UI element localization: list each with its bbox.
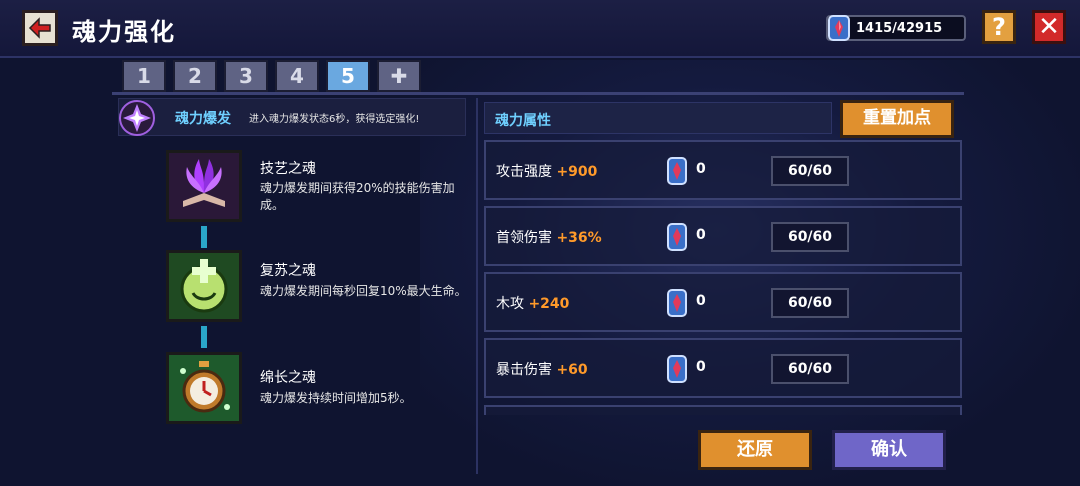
- panel-divider: [476, 98, 478, 474]
- soul-gem-icon: [667, 289, 687, 317]
- attribute-level[interactable]: 60/60: [771, 288, 849, 318]
- currency-value: 1415/42915: [856, 20, 943, 36]
- purple-flame-book-icon[interactable]: [166, 150, 242, 222]
- close-button[interactable]: ✕: [1032, 10, 1066, 44]
- back-button[interactable]: [22, 10, 58, 46]
- soul-burst-description: 进入魂力爆发状态6秒，获得选定强化!: [249, 114, 420, 125]
- soul-currency-display: 1415/42915: [826, 15, 966, 41]
- tab-3[interactable]: 3: [224, 60, 268, 92]
- tab-add[interactable]: ✚: [377, 60, 421, 92]
- skill-3-art: [180, 361, 230, 413]
- tab-4[interactable]: 4: [275, 60, 319, 92]
- attribute-count: 0: [696, 161, 706, 177]
- tab-5[interactable]: 5: [326, 60, 370, 92]
- page-title: 魂力强化: [72, 18, 176, 46]
- attribute-value: +240: [528, 296, 570, 312]
- attribute-label: 木攻: [496, 296, 524, 312]
- soul-burst-name: 魂力爆发: [175, 111, 231, 127]
- attribute-label: 首领伤害: [496, 230, 552, 246]
- skill-1-art: [183, 159, 225, 207]
- tab-2[interactable]: 2: [173, 60, 217, 92]
- soul-burst-icon: [119, 100, 155, 136]
- attribute-row: 暴击伤害 +60 0 60/60: [484, 338, 962, 398]
- attribute-value: +60: [556, 362, 588, 378]
- soul-gem-icon: [667, 223, 687, 251]
- attribute-row-partial: [484, 405, 962, 415]
- green-heal-orb-icon[interactable]: [166, 250, 242, 322]
- skill-1-description: 魂力爆发期间获得20%的技能伤害加成。: [260, 181, 455, 212]
- attribute-row: 攻击强度 +900 0 60/60: [484, 140, 962, 200]
- attribute-label: 攻击强度: [496, 164, 552, 180]
- attribute-row: 木攻 +240 0 60/60: [484, 272, 962, 332]
- top-bar: 魂力强化 1415/42915 ? ✕: [0, 0, 1080, 58]
- skill-3-description: 魂力爆发持续时间增加5秒。: [260, 391, 412, 405]
- skill-2-name: 复苏之魂: [260, 263, 316, 279]
- attribute-count: 0: [696, 227, 706, 243]
- reset-points-button[interactable]: 重置加点: [840, 100, 954, 138]
- soul-gem-icon: [667, 355, 687, 383]
- attribute-row: 首领伤害 +36% 0 60/60: [484, 206, 962, 266]
- attribute-label: 暴击伤害: [496, 362, 552, 378]
- skill-2-description: 魂力爆发期间每秒回复10%最大生命。: [260, 284, 467, 298]
- soul-attributes-title: 魂力属性: [495, 113, 551, 129]
- attribute-level[interactable]: 60/60: [771, 156, 849, 186]
- attribute-level[interactable]: 60/60: [771, 222, 849, 252]
- tab-underline: [112, 92, 964, 95]
- soul-attributes-header: 魂力属性: [484, 102, 832, 134]
- stopwatch-icon[interactable]: [166, 352, 242, 424]
- attribute-value: +900: [556, 164, 598, 180]
- attribute-count: 0: [696, 293, 706, 309]
- soul-burst-header: 魂力爆发 进入魂力爆发状态6秒，获得选定强化!: [118, 98, 466, 136]
- soul-gem-icon: [667, 157, 687, 185]
- attribute-level[interactable]: 60/60: [771, 354, 849, 384]
- help-button[interactable]: ?: [982, 10, 1016, 44]
- skill-3-name: 绵长之魂: [260, 370, 316, 386]
- confirm-button[interactable]: 确认: [832, 430, 946, 470]
- skill-connector: [201, 326, 207, 348]
- skill-2-art: [180, 259, 228, 313]
- restore-button[interactable]: 还原: [698, 430, 812, 470]
- attribute-count: 0: [696, 359, 706, 375]
- back-arrow-icon: [28, 17, 51, 39]
- attribute-value: +36%: [556, 230, 602, 246]
- soul-gem-icon: [828, 15, 850, 41]
- skill-connector: [201, 226, 207, 248]
- skill-1-name: 技艺之魂: [260, 161, 316, 177]
- tab-1[interactable]: 1: [122, 60, 166, 92]
